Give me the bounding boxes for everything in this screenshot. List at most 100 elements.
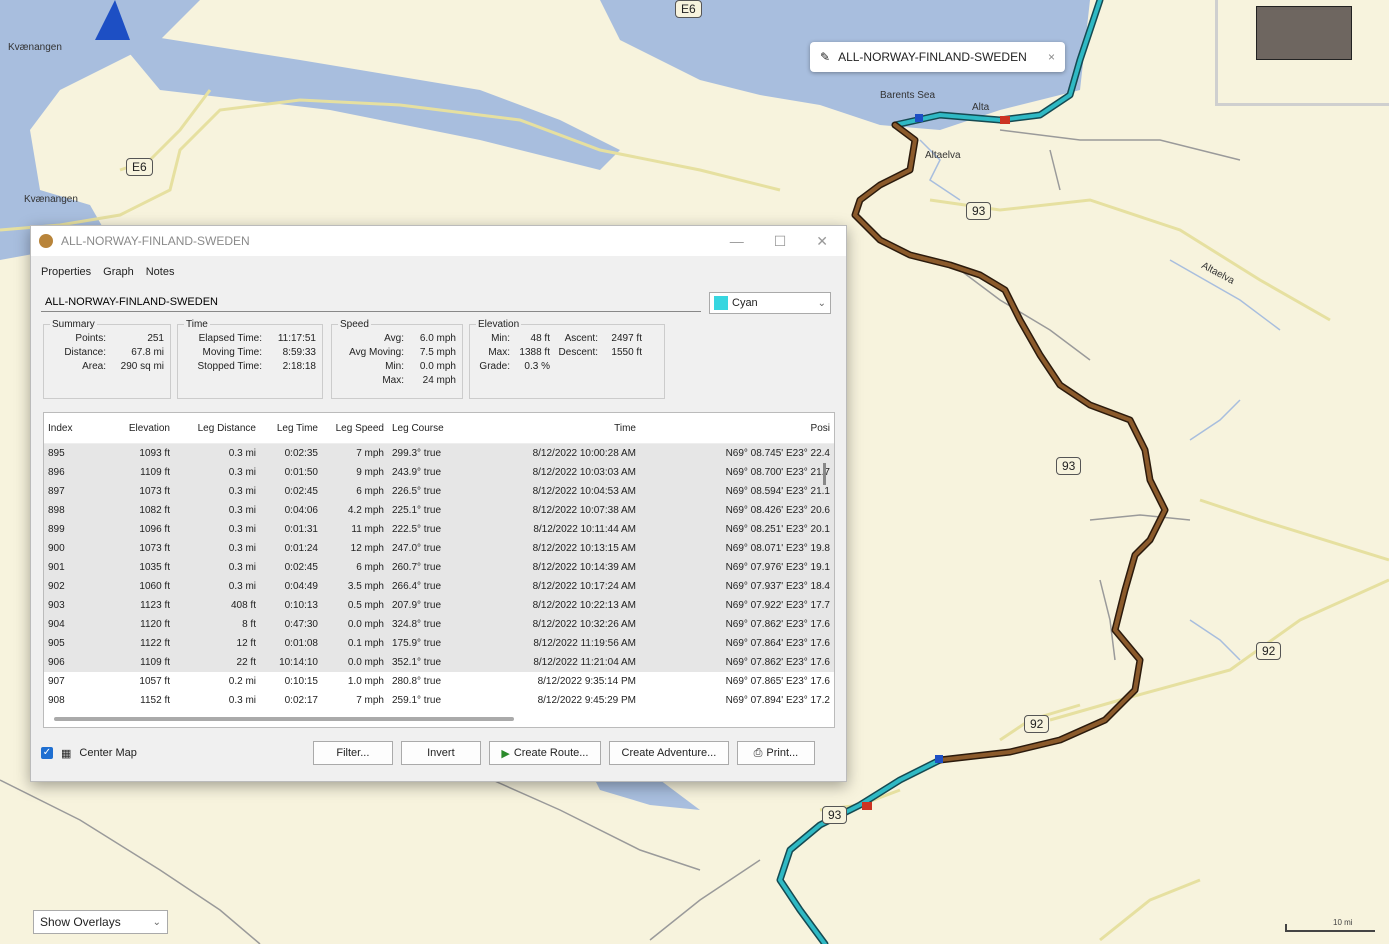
elevation-value: 2497 ft [611,333,642,344]
tab-properties[interactable]: Properties [41,266,91,278]
table-cell: 0.3 mi [174,539,260,558]
table-cell: 0.3 mi [174,558,260,577]
table-row[interactable]: 899 1096 ft 0.3 mi 0:01:31 11 mph 222.5° true… [44,520,834,539]
table-cell: 175.9° true [388,634,460,653]
tab-graph[interactable]: Graph [103,266,134,278]
table-cell: 8/12/2022 10:32:26 AM [460,615,640,634]
window-titlebar[interactable]: ALL-NORWAY-FINLAND-SWEDEN — ☐ ✕ [31,226,846,256]
table-row[interactable]: 900 1073 ft 0.3 mi 0:01:24 12 mph 247.0° true… [44,539,834,558]
road-label-93: 93 [966,202,992,220]
track-pill[interactable]: ✎ ALL-NORWAY-FINLAND-SWEDEN × [810,42,1065,72]
table-cell: 0.1 mph [322,634,388,653]
table-cell: 901 [44,558,94,577]
create-adventure-button[interactable]: Create Adventure... [608,741,729,765]
table-cell: 8/12/2022 10:00:28 AM [460,443,640,463]
tab-notes[interactable]: Notes [146,266,175,278]
color-select[interactable]: Cyan ⌄ [709,292,831,314]
table-cell: 0:47:30 [260,615,322,634]
table-cell: N69° 07.922' E23° 17.7 [640,596,834,615]
horizontal-scrollbar[interactable] [54,717,514,721]
table-row[interactable]: 898 1082 ft 0.3 mi 0:04:06 4.2 mph 225.1° tru… [44,501,834,520]
table-cell: 0:02:17 [284,695,318,706]
place-label-kvaenangen-2: Kvænangen [24,194,78,205]
maximize-button[interactable]: ☐ [774,233,787,250]
overview-viewport[interactable] [1256,6,1352,60]
table-cell: 1035 ft [94,558,174,577]
color-swatch [714,296,728,310]
summary-label: Area: [82,361,106,372]
table-row[interactable]: 897 1073 ft 0.3 mi 0:02:45 6 mph 226.5° true 8… [44,482,834,501]
table-cell: 6 mph [322,558,388,577]
table-cell: 8/12/2022 10:07:38 AM [460,501,640,520]
filter-button[interactable]: Filter... [312,741,393,765]
table-cell: 0.0 mph [322,615,388,634]
overview-map[interactable] [1215,0,1389,106]
column-header[interactable]: Leg Distance [174,413,260,444]
table-cell: 3.5 mph [322,577,388,596]
print-label: Print... [766,747,799,759]
elevation-value: 1550 ft [611,347,642,358]
column-header[interactable]: Leg Time [260,413,322,444]
minimize-button[interactable]: — [730,233,744,250]
vertical-scrollbar[interactable] [823,463,826,485]
table-cell: 1073 ft [94,539,174,558]
center-map-checkbox[interactable]: ✓ [41,747,53,759]
table-cell: 226.5° true [388,482,460,501]
speed-value: 7.5 mph [419,347,456,358]
table-cell: 905 [44,634,94,653]
table-cell: 900 [44,539,94,558]
table-cell: 1122 ft [94,634,174,653]
trackpoint-table[interactable]: Index Elevation Leg Distance Leg Time Le… [43,412,835,728]
table-row[interactable]: 902 1060 ft 0.3 mi 0:04:49 3.5 mph 266.4° tru… [44,577,834,596]
table-cell: 9 mph [322,463,388,482]
elevation-legend: Elevation [478,319,520,330]
color-label: Cyan [732,297,758,309]
invert-button[interactable]: Invert [400,741,481,765]
create-route-label: Create Route... [513,747,589,759]
table-cell: 0.5 mph [322,596,388,615]
table-cell: N69° 07.864' E23° 17.6 [640,634,834,653]
table-row[interactable]: 908 1152 ft 0.3 mi 0:02:17 7 mph 259.1° true 8… [44,691,834,710]
table-cell: 1073 ft [94,482,174,501]
place-label-altaelva: Altaelva [925,150,961,161]
table-cell: 225.1° true [388,501,460,520]
create-route-button[interactable]: ▶ Create Route... [488,741,601,765]
table-row[interactable]: 905 1122 ft 12 ft 0:01:08 0.1 mph 175.9° true… [44,634,834,653]
table-cell: 0.3 mi [228,695,256,706]
table-row[interactable]: 901 1035 ft 0.3 mi 0:02:45 6 mph 260.7° true 8… [44,558,834,577]
create-adventure-label: Create Adventure... [621,747,717,759]
table-cell: 11 mph [322,520,388,539]
table-cell: 8/12/2022 10:22:13 AM [460,596,640,615]
time-group: Time Elapsed Time: 11:17:51 Moving Time: 8… [177,319,323,399]
tab-bar: Properties Graph Notes [31,256,846,282]
column-header[interactable]: Leg Course [388,413,460,444]
table-row[interactable]: 896 1109 ft 0.3 mi 0:01:50 9 mph 243.9° true 8… [44,463,834,482]
table-cell: 243.9° true [388,463,460,482]
summary-label: Points: [75,333,106,344]
column-header[interactable]: Time [460,413,640,444]
table-cell: 1109 ft [94,463,174,482]
close-icon[interactable]: × [1048,50,1055,64]
close-button[interactable]: ✕ [816,233,828,250]
road-label-93-c: 93 [822,806,848,824]
table-row[interactable]: 903 1123 ft 408 ft 0:10:13 0.5 mph 207.9° tru… [44,596,834,615]
track-name-input[interactable] [41,292,701,312]
table-cell: 908 [48,695,65,706]
table-row[interactable]: 904 1120 ft 8 ft 0:47:30 0.0 mph 324.8° true 8… [44,615,834,634]
table-cell: 8/12/2022 9:35:14 PM [537,676,636,687]
column-header[interactable]: Index [44,413,94,444]
column-header[interactable]: Leg Speed [322,413,388,444]
column-header[interactable]: Elevation [94,413,174,444]
table-cell: 896 [44,463,94,482]
table-row[interactable]: 895 1093 ft 0.3 mi 0:02:35 7 mph 299.3° true 8… [44,443,834,463]
column-header[interactable]: Posi [640,413,834,444]
print-button[interactable]: ⎙ Print... [736,741,815,765]
table-row[interactable]: 907 1057 ft 0.2 mi 0:10:15 1.0 mph 280.8° tru… [44,672,834,691]
table-row[interactable]: 906 1109 ft 22 ft 10:14:10 0.0 mph 352.1° tru… [44,653,834,672]
place-label-barents-sea: Barents Sea [880,90,936,101]
show-overlays-select[interactable]: Show Overlays ⌄ [33,910,168,934]
speed-value: 24 mph [422,375,456,386]
summary-group: Summary Points: 251 Distance: 67.8 mi Area… [43,319,171,399]
elevation-label: Max: [488,347,510,358]
track-icon: ✎ [820,50,831,64]
